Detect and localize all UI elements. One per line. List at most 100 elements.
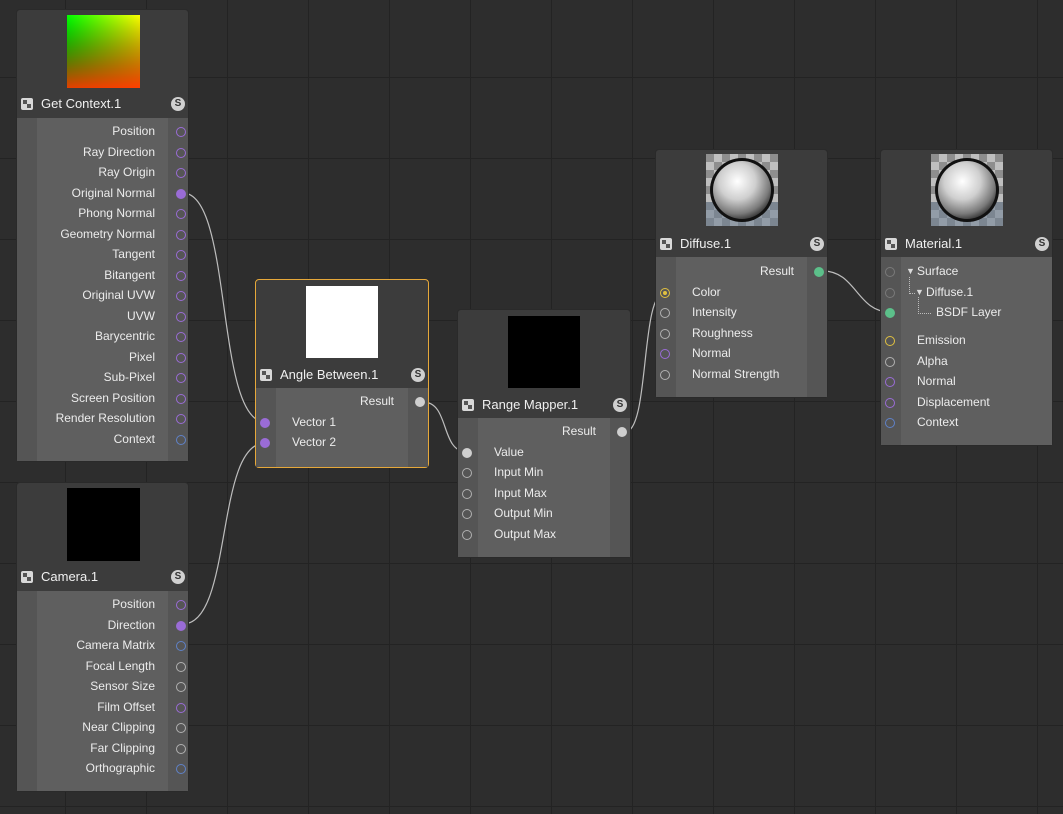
input-port-alpha[interactable] bbox=[885, 356, 895, 367]
input-port-vector-1[interactable] bbox=[260, 417, 270, 428]
output-port-ray-direction[interactable] bbox=[176, 147, 186, 158]
input-port-row: Color bbox=[656, 283, 827, 303]
output-port-uvw[interactable] bbox=[176, 311, 186, 322]
shader-badge-icon[interactable]: S bbox=[171, 570, 185, 584]
node-diffuse[interactable]: Diffuse.1 S Result Color Intensity Rough… bbox=[655, 149, 828, 398]
output-port-pixel[interactable] bbox=[176, 352, 186, 363]
input-port-row: Input Min bbox=[458, 463, 630, 483]
input-port-input-min[interactable] bbox=[462, 468, 472, 478]
output-port-row: Sensor Size bbox=[17, 677, 188, 697]
port-label: Result bbox=[759, 264, 794, 278]
input-port-displacement[interactable] bbox=[885, 397, 895, 408]
input-port-bsdf-layer[interactable] bbox=[885, 308, 895, 318]
output-port-phong-normal[interactable] bbox=[176, 209, 186, 219]
input-port-surface[interactable] bbox=[885, 267, 895, 277]
input-port-normal[interactable] bbox=[885, 377, 895, 387]
input-port-input-max[interactable] bbox=[462, 488, 472, 499]
node-body: Position Direction Camera Matrix Focal L… bbox=[17, 591, 188, 791]
input-port-diffuse[interactable] bbox=[885, 287, 895, 298]
input-port-intensity[interactable] bbox=[660, 308, 670, 318]
output-port-result[interactable] bbox=[617, 427, 627, 437]
port-label: Film Offset bbox=[97, 699, 155, 714]
output-port-bitangent[interactable] bbox=[176, 270, 186, 281]
output-port-screen-position[interactable] bbox=[176, 393, 186, 404]
input-port-output-min[interactable] bbox=[462, 509, 472, 519]
tree-item-surface[interactable]: ▼ Surface bbox=[881, 262, 1052, 282]
output-port-position[interactable] bbox=[176, 127, 186, 137]
shader-badge-icon[interactable]: S bbox=[1035, 237, 1049, 251]
output-port-original-normal[interactable] bbox=[176, 188, 186, 199]
output-port-orthographic[interactable] bbox=[176, 764, 186, 774]
node-type-icon bbox=[260, 369, 272, 381]
output-port-barycentric[interactable] bbox=[176, 332, 186, 342]
output-port-row: Original UVW bbox=[17, 286, 188, 306]
output-port-geometry-normal[interactable] bbox=[176, 229, 186, 240]
output-port-ray-origin[interactable] bbox=[176, 168, 186, 178]
output-port-row: Position bbox=[17, 595, 188, 615]
output-port-camera-matrix[interactable] bbox=[176, 641, 186, 651]
node-range-mapper[interactable]: Range Mapper.1 S Result Value Input Min … bbox=[457, 309, 631, 558]
node-preview-gradient bbox=[67, 15, 140, 88]
shader-badge-icon[interactable]: S bbox=[171, 97, 185, 111]
port-label: Tangent bbox=[112, 247, 155, 261]
output-port-context[interactable] bbox=[176, 434, 186, 445]
input-port-color[interactable] bbox=[660, 287, 670, 298]
output-port-original-uvw[interactable] bbox=[176, 291, 186, 301]
port-label: Direction bbox=[107, 617, 155, 632]
output-port-row: Bitangent bbox=[17, 266, 188, 286]
port-label: Position bbox=[112, 597, 155, 611]
input-port-context[interactable] bbox=[885, 418, 895, 428]
output-port-position[interactable] bbox=[176, 600, 186, 610]
input-port-row: Value bbox=[458, 443, 630, 463]
shader-badge-icon[interactable]: S bbox=[810, 237, 824, 251]
node-preview-sphere bbox=[931, 154, 1003, 226]
input-port-row: Context bbox=[881, 413, 1052, 433]
node-get-context[interactable]: Get Context.1 S Position Ray Direction R… bbox=[16, 9, 189, 462]
node-body: ▼ Surface ▼ Diffuse.1 BSDF Layer Emission … bbox=[881, 257, 1052, 445]
node-header[interactable]: Material.1 S bbox=[881, 232, 1052, 256]
node-header[interactable]: Camera.1 S bbox=[17, 565, 188, 589]
output-port-result[interactable] bbox=[814, 267, 824, 277]
tree-item-diffuse[interactable]: ▼ Diffuse.1 bbox=[881, 276, 1052, 303]
shader-badge-icon[interactable]: S bbox=[613, 398, 627, 412]
output-port-row: Direction bbox=[17, 616, 188, 636]
input-port-roughness[interactable] bbox=[660, 328, 670, 339]
output-port-tangent[interactable] bbox=[176, 250, 186, 260]
input-port-value[interactable] bbox=[462, 447, 472, 458]
input-port-normal-strength[interactable] bbox=[660, 369, 670, 380]
port-label: Emission bbox=[917, 333, 966, 347]
output-port-far-clipping[interactable] bbox=[176, 743, 186, 754]
port-label: Result bbox=[359, 394, 394, 408]
tree-item-bsdf-layer[interactable]: BSDF Layer bbox=[881, 297, 1052, 323]
port-label: Color bbox=[692, 284, 721, 299]
node-angle-between[interactable]: Angle Between.1 S Result Vector 1 Vector… bbox=[255, 279, 429, 468]
output-port-direction[interactable] bbox=[176, 620, 186, 631]
port-label: Original Normal bbox=[71, 185, 155, 200]
expand-arrow-icon[interactable]: ▼ bbox=[906, 266, 915, 276]
port-label: Input Max bbox=[494, 485, 547, 500]
input-port-row: Input Max bbox=[458, 484, 630, 504]
output-port-result[interactable] bbox=[415, 397, 425, 407]
node-header[interactable]: Range Mapper.1 S bbox=[458, 393, 630, 417]
input-port-row: Normal Strength bbox=[656, 365, 827, 385]
output-port-film-offset[interactable] bbox=[176, 702, 186, 713]
input-port-output-max[interactable] bbox=[462, 529, 472, 540]
output-port-sensor-size[interactable] bbox=[176, 682, 186, 692]
node-header[interactable]: Get Context.1 S bbox=[17, 92, 188, 116]
node-header[interactable]: Diffuse.1 S bbox=[656, 232, 827, 256]
output-port-row: Ray Origin bbox=[17, 163, 188, 183]
node-header[interactable]: Angle Between.1 S bbox=[256, 363, 428, 387]
port-label: Diffuse.1 bbox=[926, 284, 974, 299]
output-port-render-resolution[interactable] bbox=[176, 414, 186, 424]
input-port-emission[interactable] bbox=[885, 336, 895, 346]
node-camera[interactable]: Camera.1 S Position Direction Camera Mat… bbox=[16, 482, 189, 792]
input-port-normal[interactable] bbox=[660, 349, 670, 359]
output-port-near-clipping[interactable] bbox=[176, 723, 186, 733]
shader-badge-icon[interactable]: S bbox=[411, 368, 425, 382]
expand-arrow-icon[interactable]: ▼ bbox=[915, 287, 924, 297]
output-port-sub-pixel[interactable] bbox=[176, 373, 186, 383]
output-port-row: Position bbox=[17, 122, 188, 142]
input-port-vector-2[interactable] bbox=[260, 438, 270, 448]
node-material[interactable]: Material.1 S ▼ Surface ▼ Diffuse.1 BSDF La… bbox=[880, 149, 1053, 446]
output-port-focal-length[interactable] bbox=[176, 661, 186, 672]
